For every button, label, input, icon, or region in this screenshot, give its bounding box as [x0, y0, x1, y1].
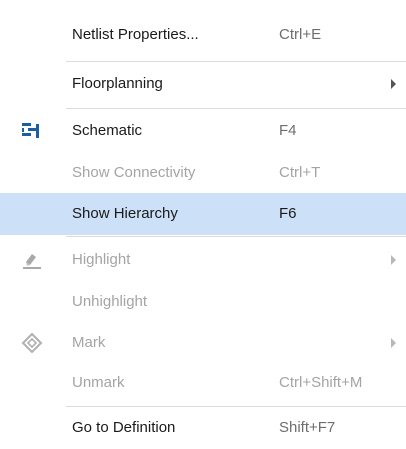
schematic-icon [20, 119, 44, 143]
menu-item-unhighlight[interactable]: Unhighlight [0, 281, 406, 323]
menu-item-show-hierarchy[interactable]: Show Hierarchy F6 [0, 193, 406, 235]
menu-item-shortcut: F6 [279, 205, 297, 222]
menu-item-go-to-definition[interactable]: Go to Definition Shift+F7 [0, 407, 406, 449]
menu-item-label: Go to Definition [72, 419, 176, 436]
menu-item-unmark[interactable]: Unmark Ctrl+Shift+M [0, 362, 406, 404]
submenu-arrow-icon [391, 338, 396, 348]
menu-item-shortcut: Ctrl+T [279, 164, 321, 181]
menu-separator [66, 108, 406, 109]
menu-item-floorplanning[interactable]: Floorplanning [0, 63, 406, 105]
highlight-icon [20, 248, 44, 272]
menu-item-label: Schematic [72, 122, 143, 139]
mark-icon [20, 331, 44, 355]
menu-item-shortcut: Ctrl+Shift+M [279, 374, 363, 391]
submenu-arrow-icon [391, 79, 396, 89]
menu-item-mark[interactable]: Mark [0, 322, 406, 364]
menu-item-shortcut: F4 [279, 122, 297, 139]
submenu-arrow-icon [391, 255, 396, 265]
menu-item-label: Mark [72, 334, 106, 351]
menu-item-netlist-properties[interactable]: Netlist Properties... Ctrl+E [0, 14, 406, 56]
menu-item-label: Show Hierarchy [72, 205, 178, 222]
menu-separator [66, 236, 406, 237]
menu-item-label: Unhighlight [72, 293, 148, 310]
menu-item-label: Netlist Properties... [72, 26, 199, 43]
menu-item-label: Show Connectivity [72, 164, 196, 181]
context-menu: Netlist Properties... Ctrl+E Floorplanni… [0, 0, 406, 446]
menu-item-label: Unmark [72, 374, 125, 391]
menu-item-label: Highlight [72, 251, 131, 268]
menu-item-shortcut: Ctrl+E [279, 26, 322, 43]
menu-separator [66, 61, 406, 62]
menu-item-shortcut: Shift+F7 [279, 419, 336, 436]
menu-item-label: Floorplanning [72, 75, 163, 92]
menu-item-show-connectivity[interactable]: Show Connectivity Ctrl+T [0, 152, 406, 194]
menu-item-schematic[interactable]: Schematic F4 [0, 110, 406, 152]
menu-item-highlight[interactable]: Highlight [0, 239, 406, 281]
